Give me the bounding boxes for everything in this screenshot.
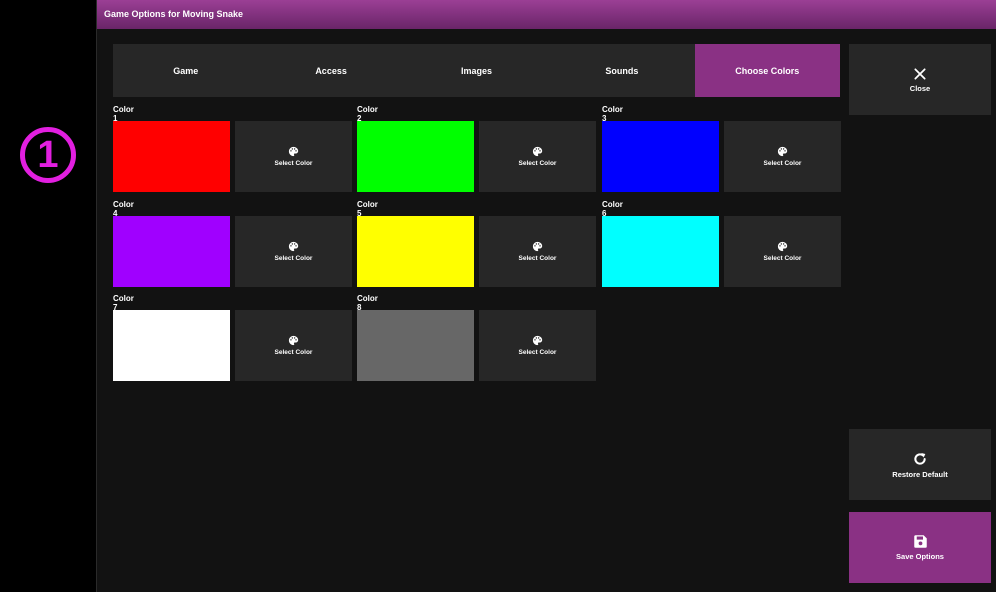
palette-icon bbox=[532, 146, 543, 157]
close-button[interactable]: Close bbox=[849, 44, 991, 115]
color-swatch[interactable] bbox=[113, 216, 230, 287]
save-icon bbox=[913, 535, 927, 548]
color-swatch[interactable] bbox=[113, 121, 230, 192]
tab-bar: Game Access Images Sounds Choose Colors bbox=[113, 44, 840, 97]
select-color-label: Select Color bbox=[518, 160, 557, 167]
color-swatch[interactable] bbox=[602, 121, 719, 192]
save-options-label: Save Options bbox=[896, 552, 944, 561]
title-bar: Game Options for Moving Snake bbox=[97, 0, 996, 29]
select-color-button[interactable]: Select Color bbox=[235, 310, 352, 381]
select-color-button[interactable]: Select Color bbox=[724, 216, 841, 287]
select-color-label: Select Color bbox=[763, 160, 802, 167]
tab-images[interactable]: Images bbox=[404, 44, 549, 97]
select-color-button[interactable]: Select Color bbox=[235, 121, 352, 192]
select-color-button[interactable]: Select Color bbox=[479, 310, 596, 381]
step-marker-1: 1 bbox=[20, 127, 76, 183]
palette-icon bbox=[288, 241, 299, 252]
tab-access[interactable]: Access bbox=[258, 44, 403, 97]
palette-icon bbox=[532, 241, 543, 252]
select-color-button[interactable]: Select Color bbox=[479, 216, 596, 287]
color-swatch[interactable] bbox=[357, 310, 474, 381]
select-color-label: Select Color bbox=[518, 349, 557, 356]
palette-icon bbox=[777, 146, 788, 157]
palette-icon bbox=[288, 335, 299, 346]
color-swatch[interactable] bbox=[602, 216, 719, 287]
close-label: Close bbox=[909, 83, 931, 93]
tab-game[interactable]: Game bbox=[113, 44, 258, 97]
close-icon bbox=[914, 67, 926, 80]
refresh-icon bbox=[914, 452, 926, 465]
tab-sounds[interactable]: Sounds bbox=[549, 44, 694, 97]
restore-default-button[interactable]: Restore Default bbox=[849, 429, 991, 500]
palette-icon bbox=[532, 335, 543, 346]
palette-icon bbox=[777, 241, 788, 252]
select-color-label: Select Color bbox=[518, 255, 557, 262]
tab-choose-colors[interactable]: Choose Colors bbox=[694, 44, 840, 97]
color-swatch[interactable] bbox=[357, 121, 474, 192]
select-color-label: Select Color bbox=[763, 255, 802, 262]
select-color-label: Select Color bbox=[274, 349, 313, 356]
select-color-button[interactable]: Select Color bbox=[724, 121, 841, 192]
select-color-label: Select Color bbox=[274, 160, 313, 167]
select-color-label: Select Color bbox=[274, 255, 313, 262]
game-options-window: Game Options for Moving Snake Game Acces… bbox=[96, 0, 996, 592]
window-title: Game Options for Moving Snake bbox=[104, 9, 244, 19]
select-color-button[interactable]: Select Color bbox=[479, 121, 596, 192]
color-swatch[interactable] bbox=[357, 216, 474, 287]
save-options-button[interactable]: Save Options bbox=[849, 512, 991, 583]
restore-default-label: Restore Default bbox=[892, 469, 948, 479]
select-color-button[interactable]: Select Color bbox=[235, 216, 352, 287]
color-swatch[interactable] bbox=[113, 310, 230, 381]
palette-icon bbox=[288, 146, 299, 157]
